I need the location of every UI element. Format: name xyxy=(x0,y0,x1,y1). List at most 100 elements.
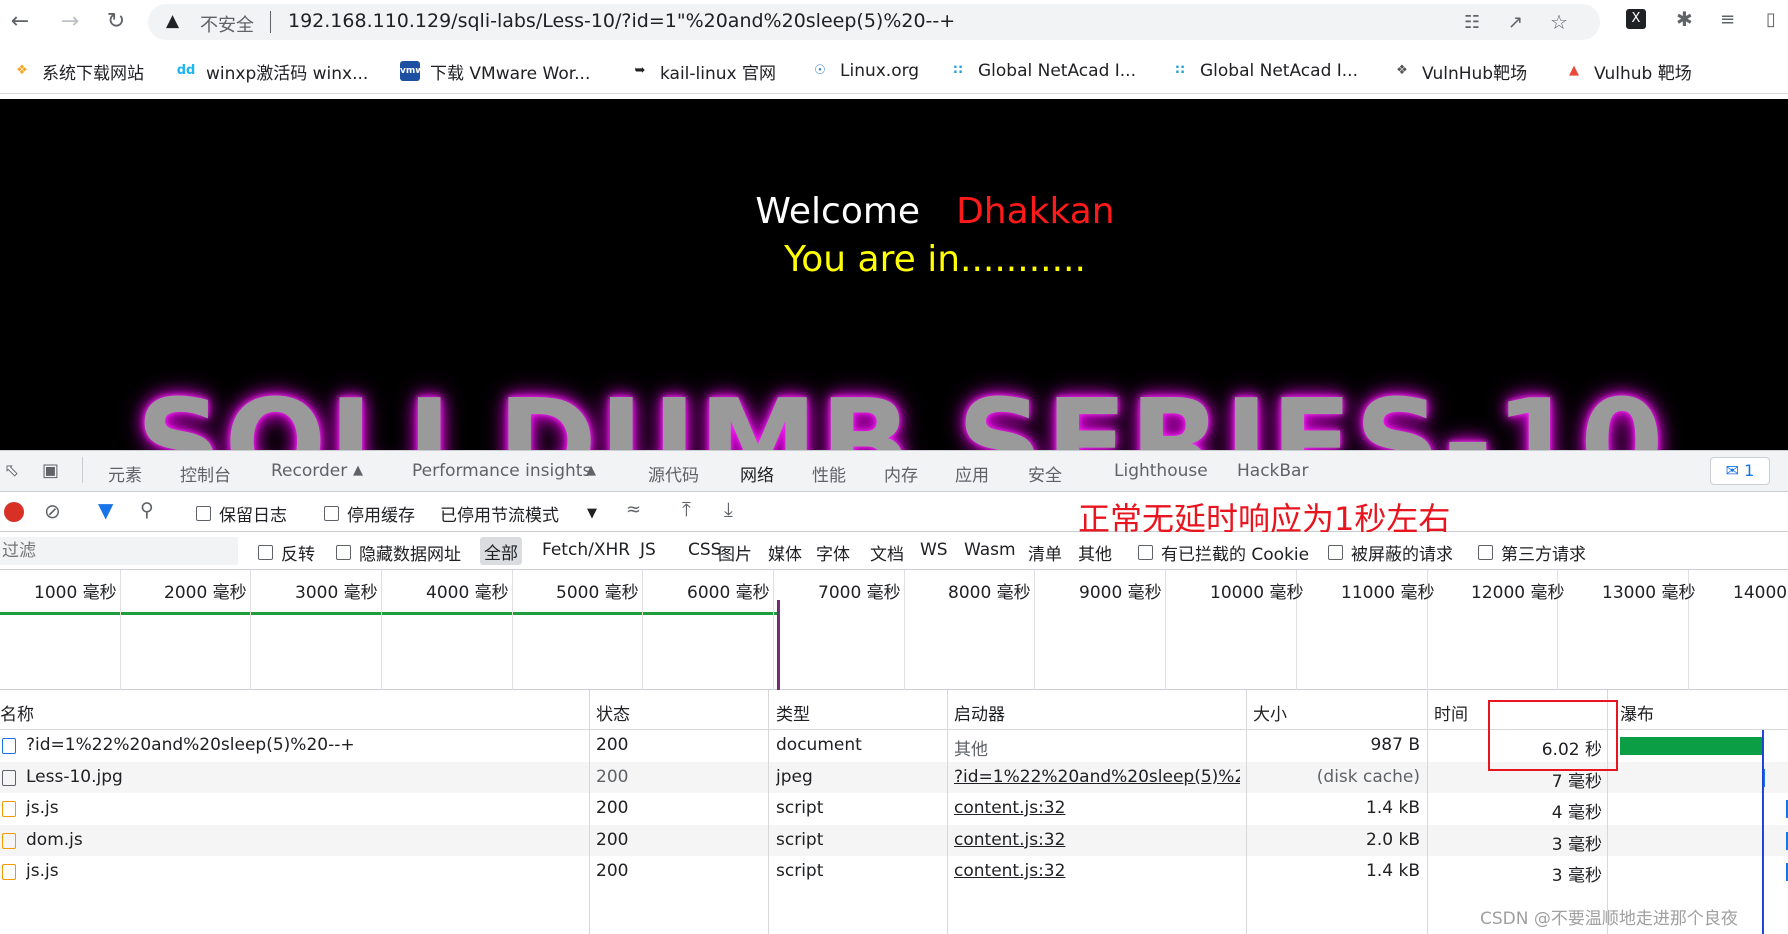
type-filter-button[interactable]: 其他 xyxy=(1078,540,1112,565)
extension-x-icon[interactable]: X xyxy=(1626,9,1646,29)
bookmark-icon-vulhub: ▲ xyxy=(1569,63,1579,78)
type-filter-button[interactable]: 图片 xyxy=(718,540,752,565)
import-har-icon[interactable]: ⤒ xyxy=(682,497,691,521)
checkbox-box[interactable] xyxy=(336,545,351,560)
checkbox-box[interactable] xyxy=(1328,545,1343,560)
bookmark-item[interactable]: ▲ Vulhub 靶场 xyxy=(1564,58,1692,84)
column-header[interactable]: 状态 xyxy=(596,700,630,725)
address-bar[interactable]: ▲ 不安全 192.168.110.129/sqli-labs/Less-10/… xyxy=(148,4,1600,40)
preserve-log-checkbox[interactable]: 保留日志 xyxy=(196,501,287,526)
bookmark-icon-xitong: ❖ xyxy=(16,63,28,78)
extensions-puzzle-icon[interactable]: ✱ xyxy=(1676,7,1693,31)
bookmark-item[interactable]: ∷ Global NetAcad I... xyxy=(1170,58,1358,84)
checkbox-box[interactable] xyxy=(324,506,339,521)
column-header[interactable]: 大小 xyxy=(1253,700,1287,725)
network-overview-timeline[interactable]: 1000 毫秒 2000 毫秒 3000 毫秒 4000 毫秒 5000 毫秒 6000 … xyxy=(0,570,1788,690)
bookmark-icon-vmw: vmw xyxy=(400,61,424,81)
record-icon[interactable] xyxy=(4,502,24,522)
devtools-tab[interactable]: 内存 xyxy=(884,461,918,486)
column-header[interactable]: 时间 xyxy=(1434,700,1468,725)
share-icon[interactable]: ↗ xyxy=(1508,12,1523,33)
side-panel-icon[interactable]: ▯ xyxy=(1766,9,1776,30)
cell-initiator[interactable]: content.js:32 xyxy=(954,861,1240,881)
search-icon[interactable]: ⚲ xyxy=(140,499,154,521)
checkbox-box[interactable] xyxy=(258,545,273,560)
type-filter-button[interactable]: CSS xyxy=(688,540,721,560)
hide-data-urls-checkbox[interactable]: 隐藏数据网址 xyxy=(336,540,461,565)
device-toolbar-icon[interactable]: ▣ xyxy=(42,460,59,481)
disable-cache-checkbox[interactable]: 停用缓存 xyxy=(324,501,415,526)
type-filter-button[interactable]: WS xyxy=(920,540,948,560)
devtools-tab[interactable]: 安全 xyxy=(1028,461,1062,486)
back-arrow-icon[interactable]: ← xyxy=(6,8,34,36)
bookmark-item[interactable]: vmw 下载 VMware Wor... xyxy=(400,58,590,84)
reload-icon[interactable]: ↻ xyxy=(102,8,130,36)
timeline-tick-label: 4000 毫秒 xyxy=(426,583,509,603)
table-row[interactable]: js.js 200 script content.js:32 1.4 kB 4 毫秒 xyxy=(0,793,1788,824)
bookmark-item[interactable]: ∷ Global NetAcad I... xyxy=(948,58,1136,84)
type-filter-button[interactable]: 文档 xyxy=(870,540,904,565)
cell-initiator[interactable]: content.js:32 xyxy=(954,798,1240,818)
checkbox-box[interactable] xyxy=(1478,545,1493,560)
type-filter-button[interactable]: 全部 xyxy=(480,537,522,565)
bookmark-item[interactable]: ❖ VulnHub靶场 xyxy=(1392,58,1527,84)
devtools-tab[interactable]: Recorder xyxy=(271,461,347,481)
devtools-tab[interactable]: Lighthouse xyxy=(1114,461,1208,481)
bookmark-star-icon[interactable]: ☆ xyxy=(1550,10,1568,34)
type-filter-button[interactable]: Fetch/XHR xyxy=(542,540,630,560)
document-file-icon xyxy=(2,738,16,754)
bookmark-item[interactable]: ☉ Linux.org xyxy=(810,58,919,84)
type-filter-button[interactable]: 清单 xyxy=(1028,540,1062,565)
invert-checkbox[interactable]: 反转 xyxy=(258,540,315,565)
devtools-tab[interactable]: 应用 xyxy=(955,461,989,486)
translate-icon[interactable]: ☷ xyxy=(1464,12,1480,33)
reading-list-icon[interactable]: ≡ xyxy=(1720,9,1735,30)
table-row[interactable]: dom.js 200 script content.js:32 2.0 kB 3 毫秒 xyxy=(0,824,1788,856)
throttle-select[interactable]: 已停用节流模式 ▼ xyxy=(440,501,597,526)
cell-initiator[interactable]: content.js:32 xyxy=(954,830,1240,850)
timeline-tick-label: 2000 毫秒 xyxy=(164,583,247,603)
type-filter-button[interactable]: 字体 xyxy=(816,540,850,565)
devtools-tab[interactable]: Performance insights xyxy=(412,461,591,481)
filter-input[interactable] xyxy=(0,537,238,565)
type-filter-button[interactable]: JS xyxy=(640,540,656,560)
blocked-requests-checkbox[interactable]: 被屏蔽的请求 xyxy=(1328,540,1453,565)
devtools-tab[interactable]: 网络 xyxy=(740,461,774,497)
devtools-tab[interactable]: 性能 xyxy=(812,461,846,486)
cell-size: 1.4 kB xyxy=(1366,798,1420,818)
type-filter-button[interactable]: 媒体 xyxy=(768,540,802,565)
message-count: 1 xyxy=(1744,461,1755,480)
clear-icon[interactable]: ⊘ xyxy=(44,499,61,523)
devtools-tab[interactable]: HackBar xyxy=(1237,461,1308,481)
column-header[interactable]: 类型 xyxy=(776,700,810,725)
bookmark-item[interactable]: dd winxp激活码 winx... xyxy=(176,58,369,84)
blocked-cookies-checkbox[interactable]: 有已拦截的 Cookie xyxy=(1138,540,1309,565)
timeline-tick-label: 14000 毫秒 xyxy=(1733,583,1788,603)
bookmark-item[interactable]: ➥ kail-linux 官网 xyxy=(630,58,776,84)
column-divider xyxy=(589,690,590,934)
bookmark-icon-cisco: ∷ xyxy=(953,63,963,78)
table-row[interactable]: js.js 200 script content.js:32 1.4 kB 3 毫秒 xyxy=(0,856,1788,887)
column-header[interactable]: 启动器 xyxy=(954,700,1005,725)
bookmark-label: Global NetAcad I... xyxy=(978,61,1136,81)
checkbox-box[interactable] xyxy=(1138,545,1153,560)
export-har-icon[interactable]: ⤓ xyxy=(724,497,733,521)
devtools-tab[interactable]: 元素 xyxy=(108,461,142,486)
messages-badge[interactable]: ✉ 1 xyxy=(1710,457,1770,485)
devtools-tab[interactable]: 源代码 xyxy=(648,461,699,486)
inspect-element-icon[interactable]: ⬁ xyxy=(4,460,19,481)
type-filter-button[interactable]: Wasm xyxy=(964,540,1016,560)
devtools-tab[interactable]: 控制台 xyxy=(180,461,231,486)
third-party-checkbox[interactable]: 第三方请求 xyxy=(1478,540,1586,565)
network-conditions-icon[interactable]: ≈ xyxy=(626,499,641,520)
url-text[interactable]: 192.168.110.129/sqli-labs/Less-10/?id=1"… xyxy=(288,10,955,32)
column-header[interactable]: 名称 xyxy=(0,700,34,725)
bookmark-item[interactable]: ❖ 系统下载网站 xyxy=(12,58,144,84)
bookmark-label: 下载 VMware Wor... xyxy=(430,63,591,84)
column-header[interactable]: 瀑布 xyxy=(1620,700,1654,725)
cell-initiator[interactable]: ?id=1%22%20and%20sleep(5)%2... xyxy=(954,767,1240,787)
tab-divider xyxy=(82,457,83,483)
checkbox-box[interactable] xyxy=(196,506,211,521)
forward-arrow-icon[interactable]: → xyxy=(56,8,84,36)
filter-funnel-icon[interactable]: ▼ xyxy=(98,498,113,522)
